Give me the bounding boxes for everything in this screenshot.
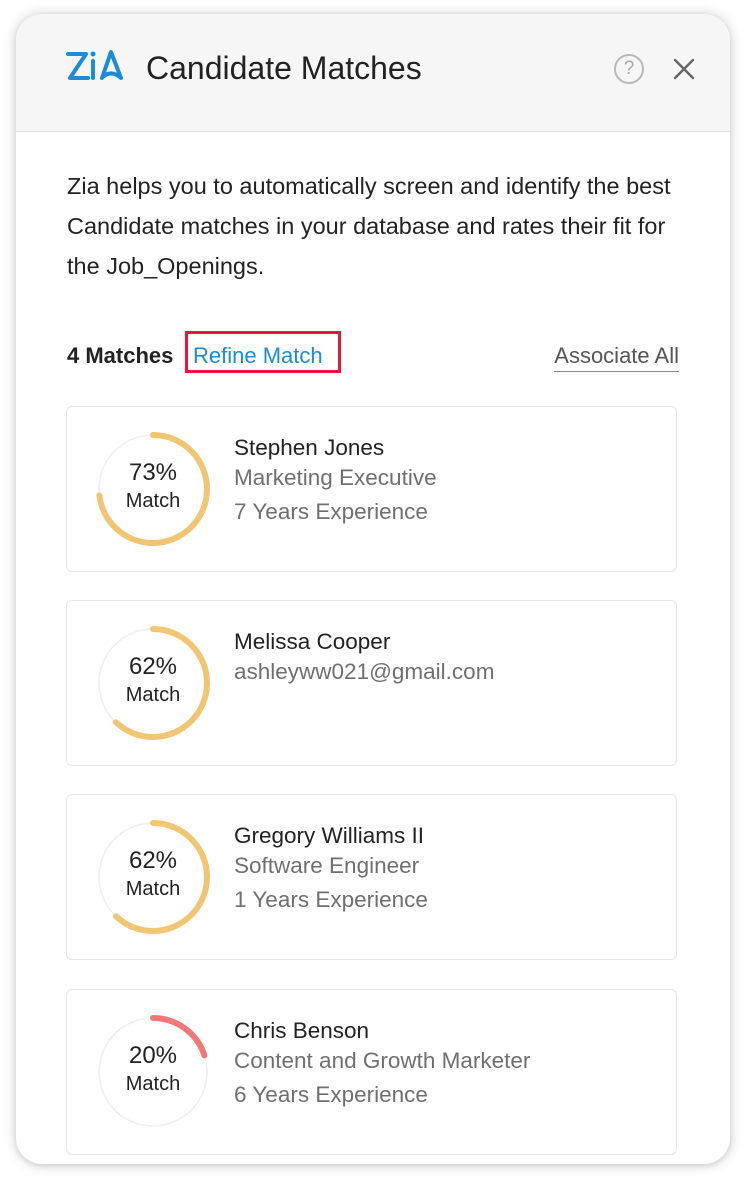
match-percent: 73% (128, 459, 178, 486)
candidate-name[interactable]: Gregory Williams II (234, 821, 424, 851)
candidate-name[interactable]: Melissa Cooper (234, 627, 390, 657)
candidate-detail: ashleyww021@gmail.com (234, 659, 495, 684)
panel-header: Candidate Matches ? (16, 14, 730, 132)
candidate-detail: Content and Growth Marketer (234, 1048, 531, 1073)
candidate-detail: Software Engineer (234, 853, 420, 878)
match-percent: 62% (128, 847, 178, 874)
candidate-experience: 1 Years Experience (234, 887, 428, 912)
candidate-name[interactable]: Stephen Jones (234, 433, 384, 463)
candidate-detail: Marketing Executive (234, 465, 437, 490)
match-percent: 62% (128, 653, 178, 680)
close-icon[interactable] (672, 57, 696, 81)
match-score-label: 62% Match (93, 623, 213, 743)
matches-count: 4 Matches (67, 343, 174, 368)
candidate-name[interactable]: Chris Benson (234, 1016, 369, 1046)
candidate-experience: 7 Years Experience (234, 499, 428, 524)
match-score-label: 62% Match (93, 817, 213, 937)
zia-logo-icon (66, 50, 123, 80)
intro-description: Zia helps you to automatically screen an… (67, 173, 671, 279)
matches-toolbar: 4 Matches Refine Match Associate All (67, 331, 679, 377)
candidate-card[interactable]: 20% Match Chris Benson Content and Growth M… (66, 989, 677, 1155)
match-score-label: 20% Match (93, 1012, 213, 1132)
candidate-card[interactable]: 73% Match Stephen Jones Marketing Executive… (66, 406, 677, 572)
panel-title: Candidate Matches (146, 50, 422, 86)
refine-match-link[interactable]: Refine Match (193, 341, 323, 371)
match-word: Match (125, 684, 181, 706)
help-icon[interactable]: ? (614, 54, 644, 84)
match-score-label: 73% Match (93, 429, 213, 549)
associate-all-link[interactable]: Associate All (554, 341, 679, 372)
match-word: Match (125, 490, 181, 512)
candidate-card[interactable]: 62% Match Gregory Williams II Software Engi… (66, 794, 677, 960)
match-word: Match (125, 878, 181, 900)
match-word: Match (125, 1073, 181, 1095)
candidate-card[interactable]: 62% Match Melissa Cooper ashleyww021@gmail.… (66, 600, 677, 766)
candidate-experience: 6 Years Experience (234, 1082, 428, 1107)
match-percent: 20% (128, 1042, 178, 1069)
candidate-matches-panel: Candidate Matches ? Zia helps you to aut… (16, 14, 730, 1164)
